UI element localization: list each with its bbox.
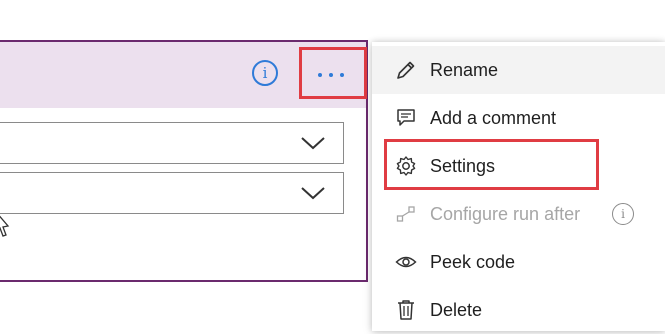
menu-item-label: Delete [430, 299, 483, 320]
mouse-cursor-icon [0, 212, 12, 245]
menu-item-rename[interactable]: Rename [372, 46, 665, 94]
chevron-down-icon[interactable] [283, 123, 343, 163]
menu-item-peek-code[interactable]: Peek code [372, 238, 665, 286]
more-options-highlight [299, 47, 367, 99]
dropdown-field-2[interactable] [0, 172, 344, 214]
trash-icon [394, 298, 418, 322]
menu-item-label: Configure run after [430, 203, 581, 224]
menu-item-configure-run-after: Configure run after i [372, 190, 665, 238]
pencil-icon [394, 58, 418, 82]
menu-item-add-comment[interactable]: Add a comment [372, 94, 665, 142]
info-icon[interactable]: i [252, 60, 278, 86]
menu-item-label: Add a comment [430, 107, 557, 128]
menu-item-delete[interactable]: Delete [372, 286, 665, 334]
info-icon[interactable]: i [612, 203, 634, 225]
menu-item-label: Rename [430, 59, 499, 80]
menu-item-label: Peek code [430, 251, 516, 272]
eye-icon [394, 250, 418, 274]
flow-icon [394, 202, 418, 226]
chevron-down-icon[interactable] [283, 173, 343, 213]
dropdown-field-1[interactable] [0, 122, 344, 164]
settings-highlight [384, 139, 599, 190]
comment-icon [394, 106, 418, 130]
